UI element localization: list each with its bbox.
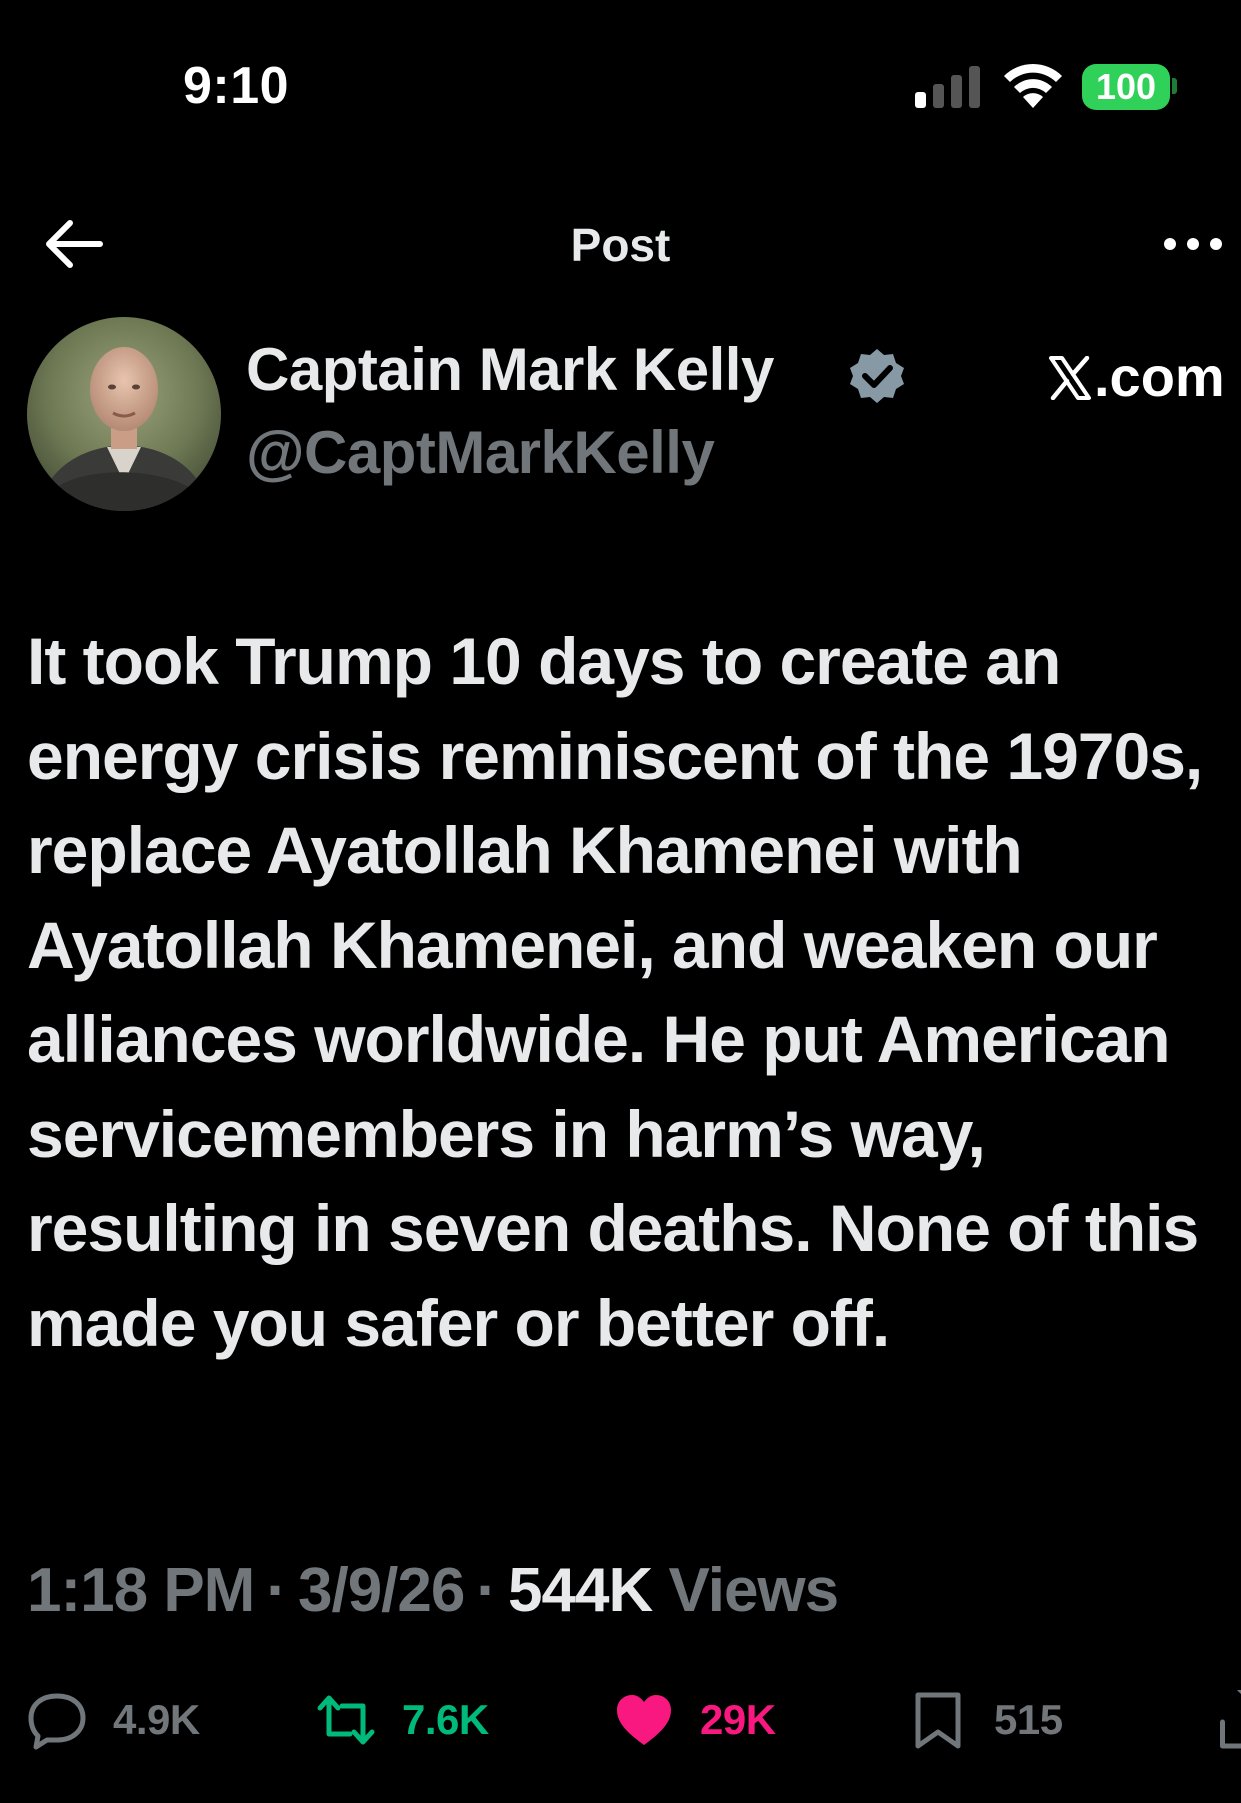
author-name[interactable]: Captain Mark Kelly xyxy=(246,335,774,404)
cellular-signal-icon xyxy=(915,66,980,108)
watermark-label: .com xyxy=(1094,345,1225,408)
meta-separator: · xyxy=(266,1556,287,1625)
views-label[interactable]: Views xyxy=(668,1556,839,1625)
profile-photo xyxy=(27,317,221,511)
status-time: 9:10 xyxy=(183,57,290,115)
post-text: It took Trump 10 days to create an energ… xyxy=(27,624,1203,1360)
author-handle[interactable]: @CaptMarkKelly xyxy=(246,418,715,487)
reply-button[interactable]: 4.9K xyxy=(27,1680,200,1760)
like-count: 29K xyxy=(700,1696,776,1743)
reply-icon xyxy=(28,1693,86,1750)
page-title: Post xyxy=(570,219,671,271)
share-icon xyxy=(1220,1690,1241,1749)
meta-separator: · xyxy=(476,1556,497,1625)
x-watermark: .com xyxy=(1048,344,1225,409)
repost-count: 7.6K xyxy=(402,1696,489,1743)
action-bar: 4.9K 7.6K 29K 515 xyxy=(0,1680,1241,1770)
top-nav: Post xyxy=(0,190,1241,300)
repost-icon xyxy=(317,1695,375,1745)
bookmark-icon xyxy=(915,1692,961,1749)
avatar[interactable] xyxy=(27,317,221,511)
x-logo-icon xyxy=(1049,356,1091,400)
more-horizontal-icon[interactable] xyxy=(1160,222,1226,266)
post-time: 1:18 PM xyxy=(27,1556,255,1625)
bookmark-button[interactable]: 515 xyxy=(908,1680,1063,1760)
repost-button[interactable]: 7.6K xyxy=(316,1680,489,1760)
battery-indicator: 100 xyxy=(1082,64,1170,110)
status-bar: 9:10 100 xyxy=(0,0,1241,160)
heart-filled-icon xyxy=(617,1695,671,1745)
post-date: 3/9/26 xyxy=(297,1556,465,1625)
like-button[interactable]: 29K xyxy=(614,1680,776,1760)
wifi-icon xyxy=(1004,63,1062,108)
views-count[interactable]: 544K xyxy=(508,1556,653,1625)
bookmark-count: 515 xyxy=(994,1696,1063,1743)
post-meta: 1:18 PM · 3/9/26 · 544K Views xyxy=(27,1555,839,1626)
battery-cap xyxy=(1172,78,1177,94)
arrow-left-icon[interactable] xyxy=(40,214,106,274)
share-button[interactable] xyxy=(1206,1680,1241,1760)
verified-badge-icon xyxy=(850,349,904,403)
reply-count: 4.9K xyxy=(113,1696,200,1743)
